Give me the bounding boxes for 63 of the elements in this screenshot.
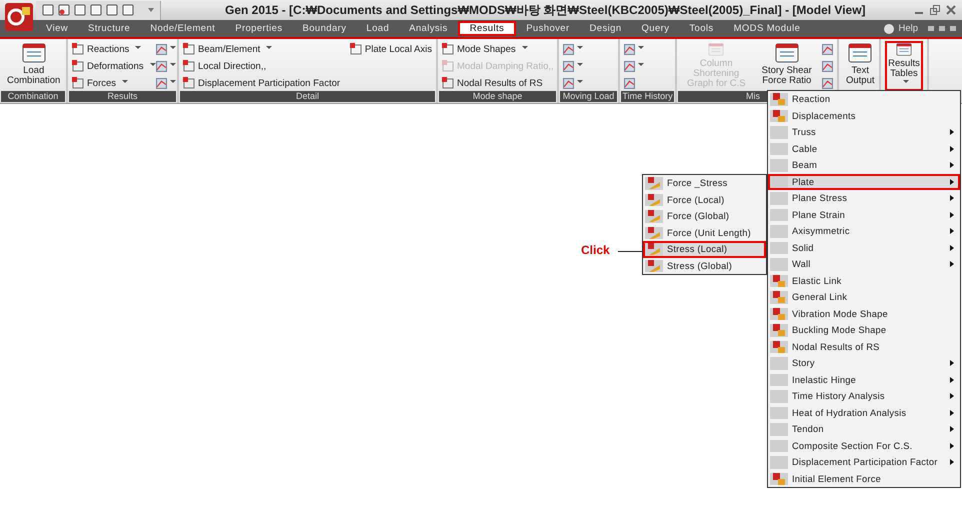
ribbon-tab[interactable]: View	[36, 21, 78, 36]
menu-item[interactable]: Nodal Results of RS	[768, 338, 960, 355]
ribbon-tab[interactable]: Design	[580, 21, 632, 36]
group-label: Mis	[746, 91, 760, 101]
menu-item[interactable]: Buckling Mode Shape	[768, 322, 960, 338]
menu-item[interactable]: Wall	[768, 256, 960, 272]
window-title: Gen 2015 - [C:₩Documents and Settings₩MODS₩바탕 화면₩Steel(KBC2005)₩Steel(2005)_Final] - [Model View]	[225, 2, 866, 18]
menu-item[interactable]: General Link	[768, 289, 960, 306]
group-label: Mode shape	[472, 91, 522, 101]
ribbon-tab[interactable]: Analysis	[399, 21, 458, 36]
ribbon-tab[interactable]: Properties	[225, 21, 293, 36]
ribbon-tab[interactable]: Load	[356, 21, 400, 36]
menu-item[interactable]: Force (Global)	[643, 208, 766, 224]
ribbon-tab[interactable]: Pushover	[516, 21, 580, 36]
menu-item[interactable]: Beam	[768, 157, 960, 174]
ribbon-large-button[interactable]: Text Output	[843, 41, 878, 91]
ribbon-tab[interactable]: Results	[458, 21, 516, 36]
menu-item[interactable]: Stress (Global)	[643, 258, 766, 274]
menu-item[interactable]: Reaction	[768, 91, 960, 108]
menu-item[interactable]: Displacements	[768, 108, 960, 124]
menu-item[interactable]: Stress (Local)	[643, 241, 766, 258]
menu-item[interactable]: Force (Unit Length)	[643, 224, 766, 241]
menu-item[interactable]: Composite Section For C.S.	[768, 438, 960, 454]
menu-item[interactable]: Plane Strain	[768, 206, 960, 223]
menu-item[interactable]: Inelastic Hinge	[768, 372, 960, 388]
ribbon-button[interactable]: Mode Shapes	[442, 41, 528, 57]
menu-item[interactable]: Elastic Link	[768, 272, 960, 289]
menu-item[interactable]: Heat of Hydration Analysis	[768, 404, 960, 421]
group-label: Detail	[296, 91, 319, 101]
menu-item[interactable]: Solid	[768, 240, 960, 256]
ribbon-tab[interactable]: MODS Module	[724, 21, 810, 36]
menu-item[interactable]: Initial Element Force	[768, 470, 960, 487]
menu-item[interactable]: Story	[768, 355, 960, 372]
menu-item[interactable]: Truss	[768, 124, 960, 140]
menu-item[interactable]: Displacement Participation Factor	[768, 454, 960, 470]
ribbon-tab[interactable]: Structure	[78, 21, 140, 36]
group-label: Time History	[622, 91, 673, 101]
ribbon-tab[interactable]: Query	[632, 21, 680, 36]
annotation-label: Click	[581, 243, 610, 257]
ribbon-button[interactable]: Local Direction,,	[183, 58, 266, 74]
menu-item[interactable]: Cable	[768, 140, 960, 157]
ribbon-button[interactable]: Reactions	[72, 41, 142, 57]
group-label: Moving Load	[562, 91, 614, 101]
ribbon-button[interactable]: Nodal Results of RS	[442, 75, 543, 91]
menu-item[interactable]: Time History Analysis	[768, 388, 960, 404]
menu-item[interactable]: Axisymmetric	[768, 223, 960, 240]
menu-item[interactable]: Force _Stress	[643, 175, 766, 192]
menu-item[interactable]: Tendon	[768, 421, 960, 438]
ribbon-large-button[interactable]: Load Combination	[4, 41, 64, 91]
ribbon-tab[interactable]: Boundary	[292, 21, 356, 36]
ribbon-button[interactable]: Forces	[72, 75, 128, 91]
group-label: Combination	[8, 91, 58, 101]
ribbon-button[interactable]: Plate Local Axis	[350, 41, 432, 57]
ribbon-tab[interactable]: Tools	[679, 21, 724, 36]
menu-item[interactable]: Force (Local)	[643, 192, 766, 208]
menu-item[interactable]: Vibration Mode Shape	[768, 306, 960, 322]
ribbon-button[interactable]: Displacement Participation Factor	[183, 75, 340, 91]
help-button[interactable]: Help	[894, 23, 922, 34]
menu-item[interactable]: Plate	[768, 174, 960, 190]
menu-item[interactable]: Plane Stress	[768, 190, 960, 206]
group-label: Results	[107, 91, 138, 101]
ribbon-tab[interactable]: Node/Element	[140, 21, 226, 36]
ribbon-button[interactable]: Beam/Element	[183, 41, 272, 57]
